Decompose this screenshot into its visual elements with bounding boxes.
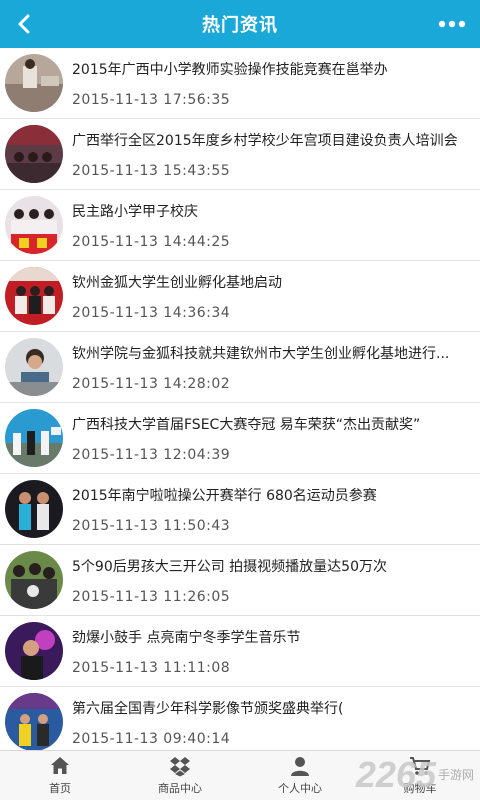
news-title: 广西科技大学首届FSEC大赛夺冠 易车荣获“杰出贡献奖” xyxy=(72,417,421,433)
page-title: 热门资讯 xyxy=(202,15,278,36)
back-button[interactable] xyxy=(8,8,40,40)
news-item[interactable]: 钦州学院与金狐科技就共建钦州市大学生创业孵化基地进行... 2015-11-13… xyxy=(0,332,480,403)
news-thumbnail xyxy=(5,54,63,112)
news-time: 2015-11-13 14:28:02 xyxy=(72,376,231,392)
home-icon xyxy=(51,757,69,774)
app-header: 热门资讯 xyxy=(0,0,480,48)
news-title: 劲爆小鼓手 点亮南宁冬季学生音乐节 xyxy=(72,630,301,646)
news-thumbnail xyxy=(5,622,63,680)
cart-icon xyxy=(410,757,431,775)
news-time: 2015-11-13 15:43:55 xyxy=(72,163,231,179)
tab-product-center[interactable]: 商品中心 xyxy=(120,751,240,800)
person-icon xyxy=(291,757,309,776)
news-title: 2015年广西中小学教师实验操作技能竞赛在邕举办 xyxy=(72,62,388,78)
news-title: 民主路小学甲子校庆 xyxy=(72,204,198,220)
news-title: 钦州金狐大学生创业孵化基地启动 xyxy=(72,275,282,291)
news-thumbnail xyxy=(5,693,63,750)
tab-label: 购物车 xyxy=(403,782,437,795)
tab-home[interactable]: 首页 xyxy=(0,751,120,800)
news-time: 2015-11-13 11:26:05 xyxy=(72,589,231,605)
news-thumbnail xyxy=(5,338,63,396)
news-title: 钦州学院与金狐科技就共建钦州市大学生创业孵化基地进行... xyxy=(72,346,450,362)
news-time: 2015-11-13 14:36:34 xyxy=(72,305,231,321)
news-time: 2015-11-13 14:44:25 xyxy=(72,234,231,250)
news-list: 2015年广西中小学教师实验操作技能竞赛在邕举办 2015-11-13 17:5… xyxy=(0,48,480,750)
news-item[interactable]: 广西举行全区2015年度乡村学校少年宫项目建设负责人培训会 2015-11-13… xyxy=(0,119,480,190)
news-item[interactable]: 劲爆小鼓手 点亮南宁冬季学生音乐节 2015-11-13 11:11:08 xyxy=(0,616,480,687)
news-thumbnail xyxy=(5,480,63,538)
news-item[interactable]: 第六届全国青少年科学影像节颁奖盛典举行( 2015-11-13 09:40:14 xyxy=(0,687,480,750)
news-time: 2015-11-13 09:40:14 xyxy=(72,731,231,747)
tab-label: 商品中心 xyxy=(158,782,202,795)
news-thumbnail xyxy=(5,125,63,183)
news-thumbnail xyxy=(5,551,63,609)
news-item[interactable]: 2015年南宁啦啦操公开赛举行 680名运动员参赛 2015-11-13 11:… xyxy=(0,474,480,545)
news-title: 2015年南宁啦啦操公开赛举行 680名运动员参赛 xyxy=(72,488,377,504)
more-dots-icon xyxy=(438,20,466,28)
tab-cart[interactable]: 购物车 xyxy=(360,751,480,800)
news-time: 2015-11-13 11:11:08 xyxy=(72,660,231,676)
news-time: 2015-11-13 12:04:39 xyxy=(72,447,231,463)
news-item[interactable]: 2015年广西中小学教师实验操作技能竞赛在邕举办 2015-11-13 17:5… xyxy=(0,48,480,119)
news-item[interactable]: 钦州金狐大学生创业孵化基地启动 2015-11-13 14:36:34 xyxy=(0,261,480,332)
news-item[interactable]: 5个90后男孩大三开公司 拍摄视频播放量达50万次 2015-11-13 11:… xyxy=(0,545,480,616)
news-item[interactable]: 民主路小学甲子校庆 2015-11-13 14:44:25 xyxy=(0,190,480,261)
dropbox-icon xyxy=(170,757,190,777)
news-title: 第六届全国青少年科学影像节颁奖盛典举行( xyxy=(72,701,344,717)
news-time: 2015-11-13 11:50:43 xyxy=(72,518,231,534)
news-title: 广西举行全区2015年度乡村学校少年宫项目建设负责人培训会 xyxy=(72,133,458,149)
tab-label: 个人中心 xyxy=(278,782,322,795)
news-item[interactable]: 广西科技大学首届FSEC大赛夺冠 易车荣获“杰出贡献奖” 2015-11-13 … xyxy=(0,403,480,474)
news-title: 5个90后男孩大三开公司 拍摄视频播放量达50万次 xyxy=(72,559,387,575)
more-button[interactable] xyxy=(434,8,470,40)
news-time: 2015-11-13 17:56:35 xyxy=(72,92,231,108)
tab-personal-center[interactable]: 个人中心 xyxy=(240,751,360,800)
news-thumbnail xyxy=(5,196,63,254)
bottom-tab-bar: 首页 商品中心 个人中心 购物车 xyxy=(0,750,480,800)
news-thumbnail xyxy=(5,267,63,325)
tab-label: 首页 xyxy=(49,782,71,795)
back-arrow-icon xyxy=(18,14,30,34)
news-thumbnail xyxy=(5,409,63,467)
